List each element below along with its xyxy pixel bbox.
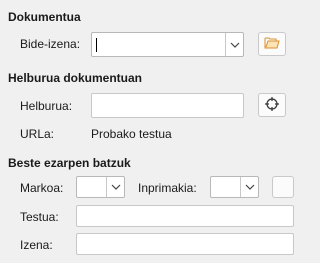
target-button[interactable] <box>258 93 286 117</box>
path-combobox[interactable] <box>91 32 244 57</box>
open-file-button[interactable] <box>258 32 286 56</box>
target-input[interactable] <box>91 93 244 118</box>
name-label: Izena: <box>20 238 53 252</box>
frame-label: Markoa: <box>20 181 64 195</box>
section-title-target: Helburua dokumentuan <box>8 71 143 85</box>
form-label: Inprimakia: <box>138 181 197 195</box>
folder-open-icon <box>264 36 280 52</box>
name-input[interactable] <box>76 233 294 255</box>
section-title-other: Beste ezarpen batzuk <box>8 156 131 170</box>
url-label: URLa: <box>20 127 55 141</box>
section-title-document: Dokumentua <box>8 10 81 24</box>
url-value: Probako testua <box>91 127 172 141</box>
path-label: Bide-izena: <box>20 37 81 51</box>
frame-combobox[interactable] <box>76 176 125 198</box>
text-input[interactable] <box>76 205 294 227</box>
chevron-down-icon[interactable] <box>226 33 244 56</box>
chevron-down-icon[interactable] <box>241 177 259 197</box>
crosshair-icon <box>264 96 280 115</box>
target-label: Helburua: <box>20 99 73 113</box>
chevron-down-icon[interactable] <box>107 177 125 197</box>
text-label: Testua: <box>20 210 59 224</box>
form-combobox[interactable] <box>210 176 259 198</box>
text-cursor <box>96 38 97 52</box>
events-button[interactable] <box>272 176 294 198</box>
